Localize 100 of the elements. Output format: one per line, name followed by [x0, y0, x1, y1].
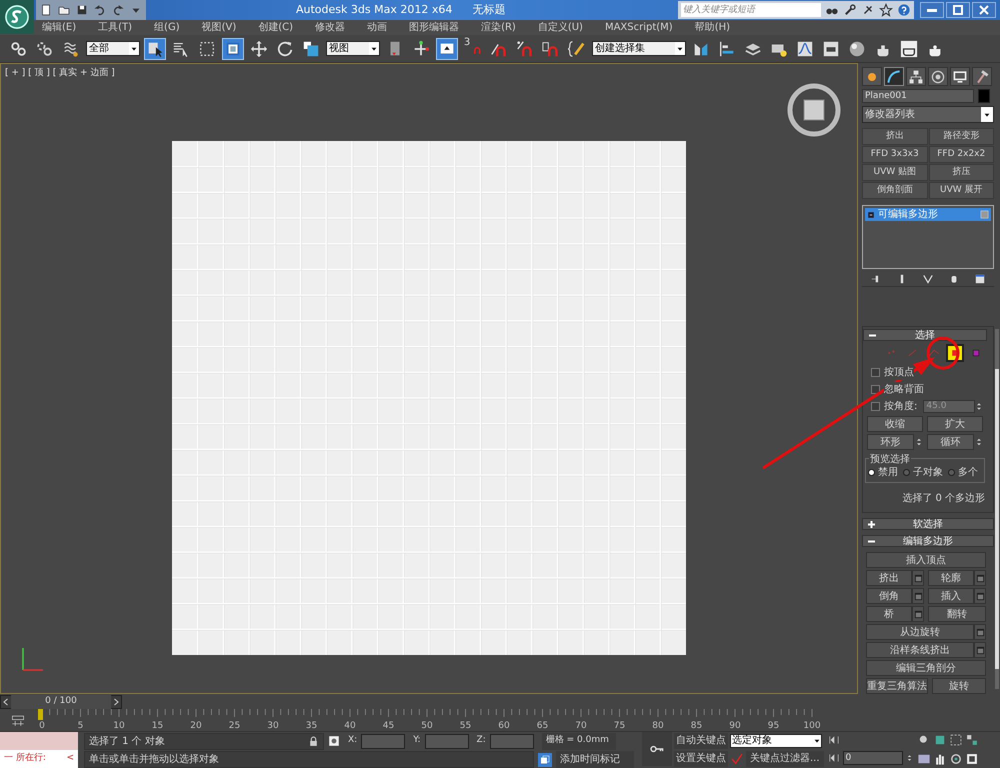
panel-button[interactable]: 桥 — [866, 606, 912, 622]
panel-button[interactable]: 插入 — [928, 588, 974, 604]
panel-button[interactable]: 旋转 — [932, 678, 986, 694]
settings-button[interactable] — [912, 588, 924, 604]
orbit-icon[interactable] — [948, 752, 963, 766]
zoom-extents-icon[interactable] — [948, 733, 963, 747]
collapse-icon[interactable] — [869, 332, 876, 339]
cursor-button[interactable] — [144, 38, 166, 60]
panel-tab[interactable] — [862, 67, 882, 86]
rollout-header[interactable]: 选择 — [863, 329, 987, 341]
current-frame-marker[interactable] — [38, 709, 43, 720]
panel-button[interactable]: 扩大 — [927, 416, 983, 432]
collapse-icon[interactable] — [868, 538, 875, 545]
time-tag-button[interactable] — [538, 752, 552, 766]
listener-input-field[interactable] — [0, 732, 78, 750]
panel-button[interactable]: 环形 — [867, 434, 914, 450]
zoom-extents-all-icon[interactable] — [964, 733, 979, 747]
menu-item[interactable]: 帮助(H) — [694, 20, 730, 35]
lock-icon[interactable] — [308, 736, 319, 746]
object-name-field[interactable]: Plane001 — [862, 89, 974, 103]
toggle-icon[interactable] — [980, 210, 989, 219]
settings-button[interactable] — [974, 588, 986, 604]
panel-button[interactable]: 收缩 — [867, 416, 923, 432]
object-color-swatch[interactable] — [978, 89, 990, 103]
expand-icon[interactable] — [868, 521, 875, 528]
panel-button[interactable]: 挤出 — [866, 570, 912, 586]
maximize-button[interactable] — [946, 2, 970, 18]
menu-item[interactable]: 修改器 — [315, 20, 346, 35]
viewport[interactable]: [ + ] [ 顶 ] [ 真实 + 边面 ] — [0, 63, 858, 694]
modifier-button[interactable]: FFD 2x2x2 — [928, 146, 994, 163]
menu-item[interactable]: 编辑(E) — [42, 20, 76, 35]
modifier-button[interactable]: FFD 3x3x3 — [862, 146, 928, 163]
menu-item[interactable]: 组(G) — [154, 20, 180, 35]
settings-button[interactable] — [974, 570, 986, 586]
key-mode-dropdown[interactable]: 选定对象 — [730, 734, 822, 748]
checkbox[interactable] — [871, 368, 880, 377]
panel-button[interactable]: 倒角 — [866, 588, 912, 604]
panel-tab[interactable] — [972, 67, 992, 86]
absolute-mode-icon[interactable] — [328, 735, 340, 747]
undo-icon[interactable] — [93, 3, 107, 17]
maximize-viewport-icon[interactable] — [964, 752, 979, 766]
menu-item[interactable]: MAXScript(M) — [604, 20, 673, 35]
scrollbar[interactable] — [995, 329, 999, 689]
panel-button[interactable]: 重复三角算法 — [866, 678, 928, 694]
menu-item[interactable]: 工具(T) — [98, 20, 132, 35]
key-filters-button[interactable]: 关键点过滤器... — [746, 750, 824, 766]
time-tag-text[interactable]: 添加时间标记 — [556, 751, 634, 768]
dropdown[interactable]: 全部 — [86, 41, 140, 56]
help-icon[interactable] — [897, 3, 911, 17]
rollout-header[interactable]: 软选择 — [862, 518, 994, 530]
settings-button[interactable] — [912, 606, 924, 622]
keyboard-override-button[interactable] — [436, 38, 458, 60]
new-file-icon[interactable] — [39, 3, 53, 17]
radio-button[interactable] — [903, 469, 910, 476]
modifier-list-dropdown[interactable]: 修改器列表 — [862, 106, 994, 123]
panel-button[interactable]: 编辑三角剖分 — [866, 660, 986, 676]
magnet-button[interactable]: 3 — [462, 38, 484, 60]
redo-icon[interactable] — [111, 3, 125, 17]
modifier-button[interactable]: 挤出 — [862, 128, 928, 145]
stack-item[interactable]: 可编辑多边形 — [865, 208, 991, 221]
minimize-button[interactable] — [920, 2, 944, 18]
save-icon[interactable] — [75, 3, 89, 17]
radio-button[interactable] — [868, 469, 875, 476]
modifier-button[interactable]: UVW 贴图 — [862, 164, 928, 181]
set-key-button[interactable]: 设置关键点 — [674, 750, 728, 766]
panel-button[interactable]: 轮廓 — [928, 570, 974, 586]
settings-button[interactable] — [974, 624, 986, 640]
modifier-button[interactable]: UVW 展开 — [928, 182, 994, 199]
checkbox[interactable] — [871, 385, 880, 394]
menu-item[interactable]: 动画 — [367, 20, 388, 35]
expand-icon[interactable] — [867, 210, 875, 218]
coordinate-field[interactable] — [490, 734, 534, 748]
menu-item[interactable]: 视图(V) — [202, 20, 236, 35]
configure-button[interactable] — [974, 273, 986, 286]
search-field[interactable]: 键入关键字或短语 — [681, 3, 821, 17]
panel-button[interactable]: 沿样条线挤出 — [866, 642, 974, 658]
menu-item[interactable]: 渲染(R) — [481, 20, 516, 35]
coordinate-field[interactable] — [361, 734, 406, 748]
menu-item[interactable]: 创建(C) — [258, 20, 294, 35]
panel-tab[interactable] — [928, 67, 948, 86]
panel-button[interactable]: 从边旋转 — [866, 624, 974, 640]
settings-button[interactable] — [912, 570, 924, 586]
rollout-header[interactable]: 编辑多边形 — [862, 535, 994, 547]
wrench-icon[interactable] — [843, 3, 857, 17]
modifier-button[interactable]: 挤压 — [928, 164, 994, 181]
frame-field[interactable]: 0 — [842, 751, 903, 765]
menu-item[interactable]: 图形编辑器 — [409, 20, 460, 35]
close-button[interactable] — [972, 2, 996, 18]
panel-button[interactable]: 插入顶点 — [866, 552, 986, 568]
star-icon[interactable] — [879, 3, 893, 17]
key-mode-toggle-icon[interactable] — [828, 734, 840, 746]
fork-button[interactable] — [922, 273, 934, 286]
radio-button[interactable] — [948, 469, 955, 476]
listener-output-field[interactable]: 一 所在行: < — [0, 750, 78, 768]
app-menu-button[interactable] — [0, 0, 34, 34]
panel-button[interactable]: 循环 — [927, 434, 974, 450]
modifier-button[interactable]: 倒角剖面 — [862, 182, 928, 199]
menu-item[interactable]: 自定义(U) — [538, 20, 583, 35]
modifier-stack[interactable]: 可编辑多边形 — [862, 205, 994, 270]
settings-button[interactable] — [974, 642, 986, 658]
